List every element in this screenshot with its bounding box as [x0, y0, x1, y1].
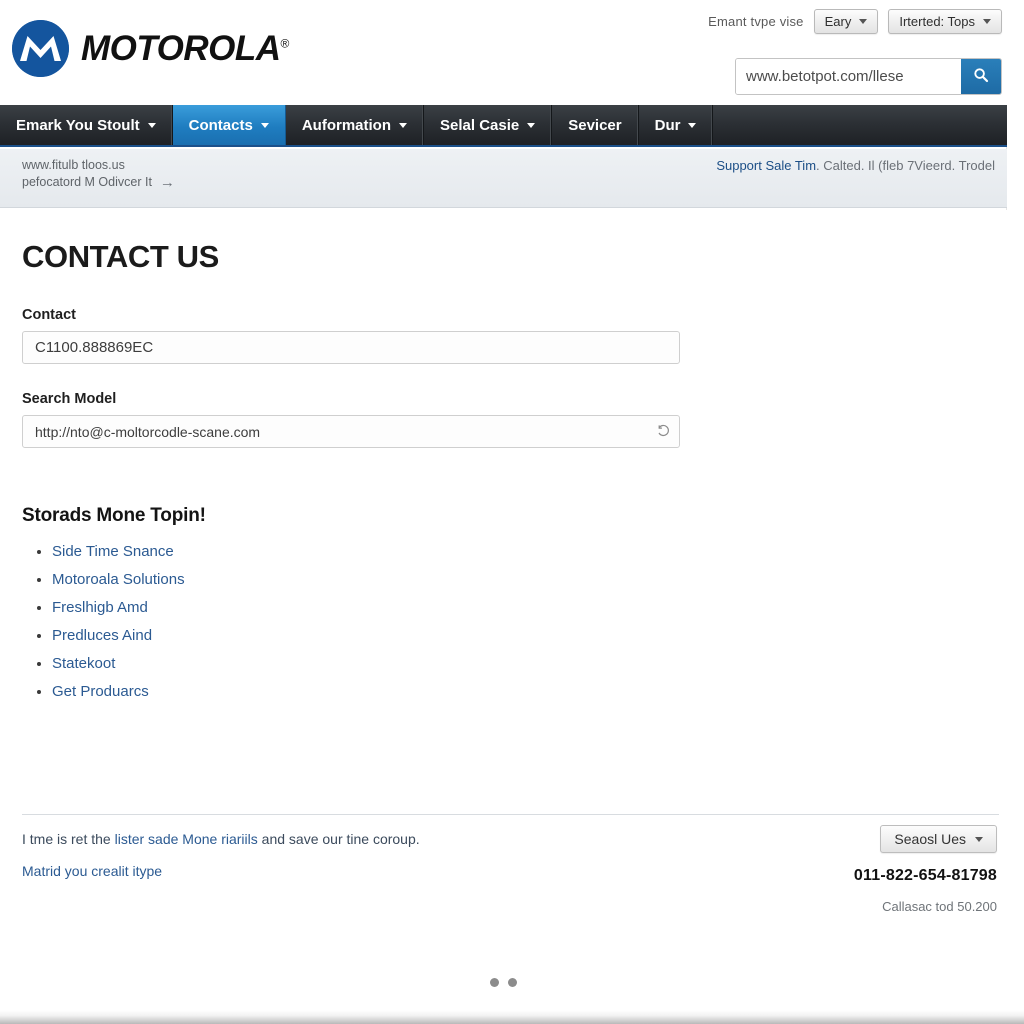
search-model-select[interactable]	[22, 415, 680, 448]
breadcrumb-line-2-row: pefocatord M Odivcer It →	[22, 174, 175, 191]
motorola-batwing-icon	[12, 20, 69, 77]
nav-item-label: Selal Casie	[440, 116, 520, 134]
related-link[interactable]: Statekoot	[52, 655, 115, 672]
nav-item-label: Dur	[654, 116, 681, 134]
region-dropdown-label: Seaosl Ues	[894, 831, 966, 847]
search-button[interactable]	[961, 59, 1001, 94]
support-link-rest: . Calted. Il (fleb 7Vieerd. Trodel	[816, 158, 995, 173]
related-link[interactable]: Freslhigb Amd	[52, 599, 148, 616]
sort-dropdown-1[interactable]: Eary	[813, 9, 879, 34]
related-link[interactable]: Predluces Aind	[52, 627, 152, 644]
nav-item-label: Contacts	[188, 116, 253, 134]
arrow-right-icon: →	[159, 174, 175, 191]
list-item: Get Produarcs	[52, 683, 985, 701]
search-input[interactable]	[736, 59, 961, 94]
main-content: CONTACT US Contact Search Model Storads …	[0, 208, 1007, 711]
bottom-edge-shadow	[0, 1010, 1024, 1024]
nav-item-dur[interactable]: Dur	[639, 105, 714, 145]
nav-item-selal-casie[interactable]: Selal Casie	[424, 105, 553, 145]
footer-small-note: Callasac tod 50.200	[882, 899, 997, 914]
right-gutter	[1006, 105, 1024, 210]
brand-wordmark: MOTOROLA®	[81, 31, 289, 66]
chevron-down-icon	[527, 122, 536, 128]
related-link[interactable]: Get Produarcs	[52, 683, 149, 700]
nav-item-sevicer[interactable]: Sevicer	[552, 105, 639, 145]
main-navigation: Emark You Stoult Contacts Auformation Se…	[0, 105, 1007, 147]
region-dropdown[interactable]: Seaosl Ues	[880, 825, 997, 853]
related-links-list: Side Time Snance Motoroala Solutions Fre…	[22, 543, 985, 701]
related-link[interactable]: Motoroala Solutions	[52, 571, 185, 588]
footer-note-part-1: I tme is ret the	[22, 831, 115, 847]
list-item: Freslhigb Amd	[52, 599, 985, 617]
nav-item-label: Sevicer	[568, 116, 622, 134]
page-title: CONTACT US	[22, 239, 219, 274]
list-item: Motoroala Solutions	[52, 571, 985, 589]
chevron-down-icon	[147, 122, 156, 128]
brand-wordmark-text: MOTOROLA	[81, 29, 281, 68]
utility-bar: MOTOROLA® Emant tvpe vise Eary Irterted:…	[0, 0, 1024, 105]
support-link[interactable]: Support Sale Tim	[716, 158, 816, 173]
list-item: Statekoot	[52, 655, 985, 673]
section-title: Storads Mone Topin!	[22, 505, 206, 526]
footer: I tme is ret the lister sade Mone riarii…	[0, 815, 1007, 960]
sort-dropdown-2-label: Irterted: Tops	[899, 14, 975, 29]
sort-dropdown-2[interactable]: Irterted: Tops	[888, 9, 1002, 34]
footer-note: I tme is ret the lister sade Mone riarii…	[22, 829, 420, 849]
search-icon	[973, 67, 989, 86]
list-item: Side Time Snance	[52, 543, 985, 561]
footer-link[interactable]: Matrid you crealit itype	[22, 863, 162, 879]
chevron-down-icon	[859, 19, 868, 24]
search-model-field-label: Search Model	[22, 391, 117, 407]
breadcrumb-bar: www.fitulb tloos.us pefocatord M Odivcer…	[0, 149, 1007, 208]
support-phone-number: 011-822-654-81798	[853, 867, 997, 884]
breadcrumb-support-links: Support Sale Tim. Calted. Il (fleb 7Viee…	[716, 157, 995, 174]
contact-input[interactable]	[22, 331, 680, 364]
chevron-down-icon	[260, 122, 269, 128]
sort-dropdown-1-label: Eary	[824, 14, 852, 29]
utility-controls: Emant tvpe vise Eary Irterted: Tops	[708, 9, 1002, 34]
nav-item-contacts[interactable]: Contacts	[172, 105, 286, 145]
nav-item-emark-you-stoult[interactable]: Emark You Stoult	[0, 105, 173, 145]
chevron-down-icon	[975, 836, 983, 842]
chevron-down-icon	[983, 19, 991, 24]
footer-note-part-2: and save our tine coroup.	[257, 831, 420, 847]
footer-inline-link[interactable]: lister sade Mone riariils	[115, 831, 258, 847]
breadcrumb: www.fitulb tloos.us pefocatord M Odivcer…	[22, 157, 175, 191]
footer-contact-block: Seaosl Ues 011-822-654-81798 Callasac to…	[737, 825, 997, 914]
contact-field-label: Contact	[22, 307, 76, 323]
related-link[interactable]: Side Time Snance	[52, 543, 174, 560]
chevron-down-icon	[399, 122, 407, 128]
page-root: MOTOROLA® Emant tvpe vise Eary Irterted:…	[0, 0, 1024, 1024]
nav-filler	[713, 105, 1007, 145]
nav-item-label: Auformation	[301, 116, 391, 134]
carousel-indicator	[0, 978, 1007, 987]
nav-item-auformation[interactable]: Auformation	[286, 105, 424, 145]
chevron-down-icon	[688, 122, 697, 128]
breadcrumb-line-1: www.fitulb tloos.us	[22, 158, 125, 172]
site-search	[735, 58, 1002, 95]
registered-mark: ®	[280, 36, 290, 51]
nav-item-label: Emark You Stoult	[16, 116, 140, 134]
breadcrumb-line-2: pefocatord M Odivcer It	[22, 175, 152, 189]
carousel-dot[interactable]	[508, 978, 517, 987]
search-model-input[interactable]	[22, 415, 680, 448]
carousel-dot[interactable]	[490, 978, 499, 987]
brand-logo[interactable]: MOTOROLA®	[12, 20, 289, 77]
list-item: Predluces Aind	[52, 627, 985, 645]
utility-label: Emant tvpe vise	[708, 14, 804, 29]
